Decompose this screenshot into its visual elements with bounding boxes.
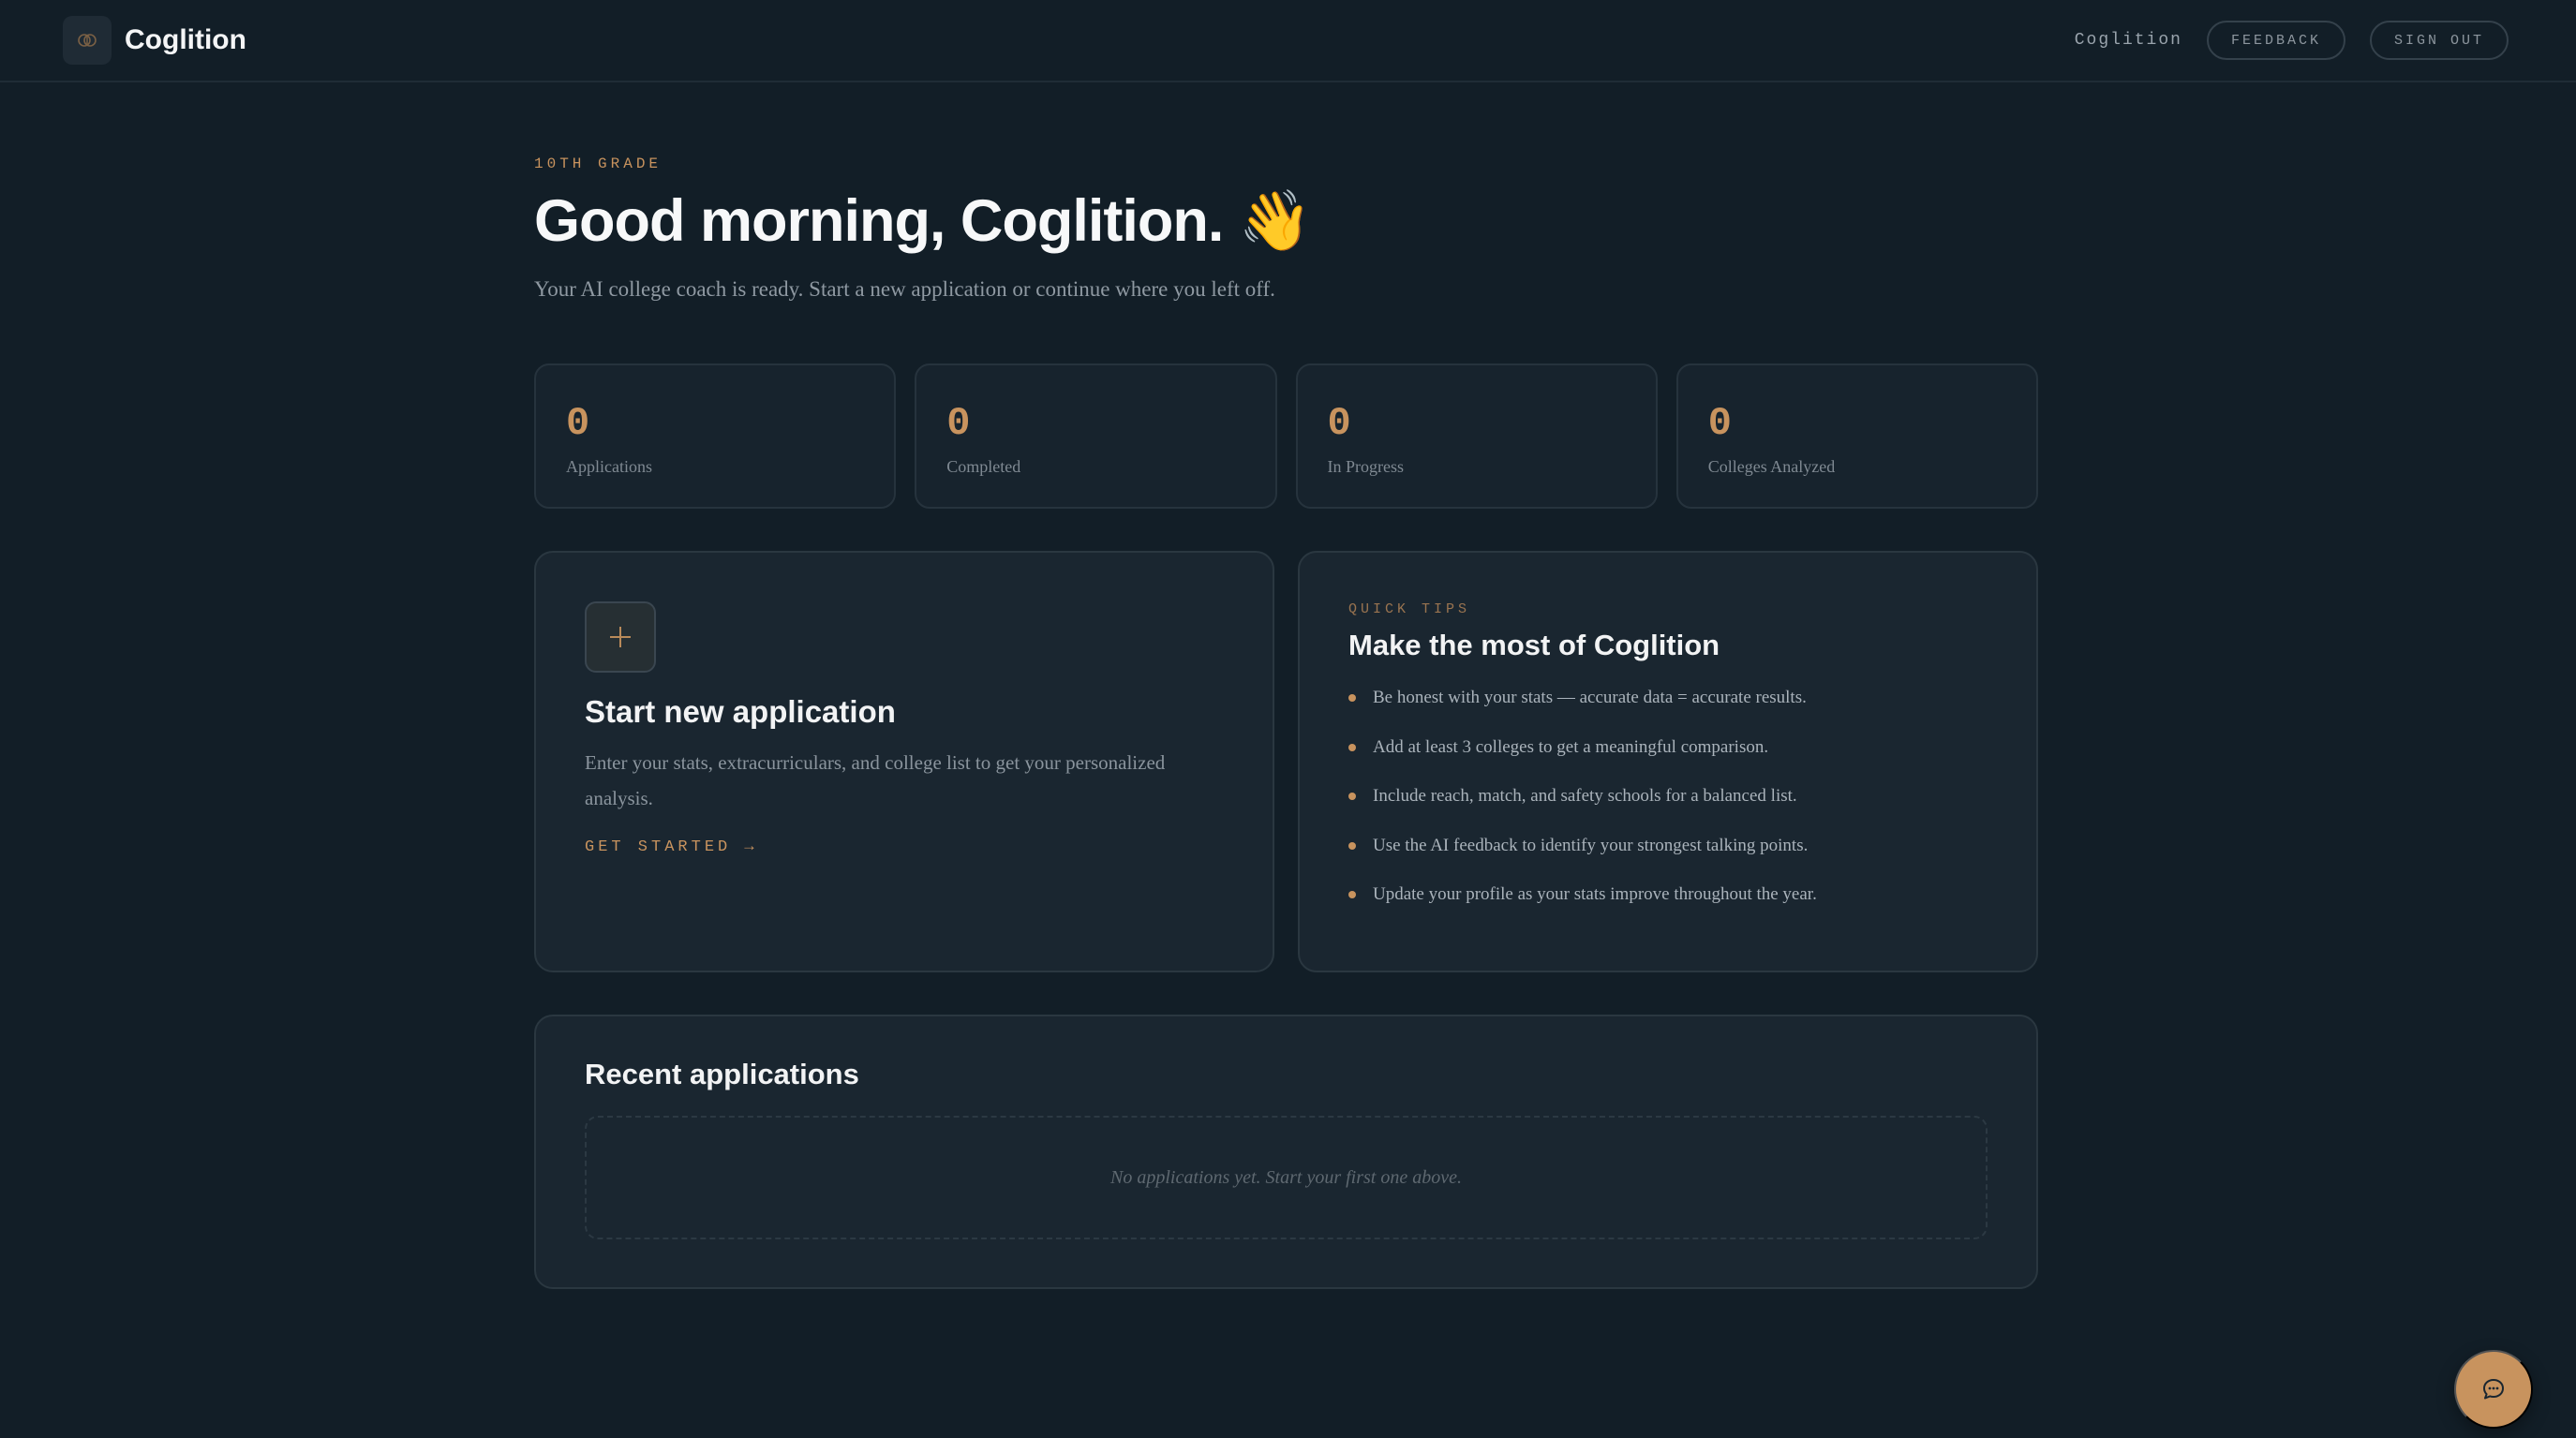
stat-label: Colleges Analyzed (1707, 457, 1836, 476)
quick-tips-title: Make the most of Coglition (1348, 629, 1720, 661)
page-subtitle: Your AI college coach is ready. Start a … (534, 277, 1275, 301)
stats-row: 0 Applications 0 Completed 0 In Progress… (534, 363, 2038, 509)
header-actions: Coglition FEEDBACK SIGN OUT (2075, 21, 2509, 60)
new-application-card[interactable]: Start new application Enter your stats, … (534, 551, 1274, 972)
brand[interactable]: Coglition (63, 16, 246, 65)
empty-state: No applications yet. Start your first on… (585, 1116, 1988, 1239)
recent-applications-card: Recent applications No applications yet.… (534, 1015, 2038, 1289)
tips-list: Be honest with your stats — accurate dat… (1348, 687, 1988, 933)
stat-label: Applications (566, 457, 652, 476)
new-application-description: Enter your stats, extracurriculars, and … (585, 751, 1166, 809)
top-navigation-bar: Coglition Coglition FEEDBACK SIGN OUT (0, 0, 2576, 82)
sign-out-button[interactable]: SIGN OUT (2369, 21, 2509, 60)
tip-item: Use the AI feedback to identify your str… (1348, 835, 1988, 884)
brand-name: Coglition (125, 24, 246, 55)
plus-icon[interactable] (585, 601, 656, 673)
chat-bubble-icon[interactable] (2454, 1350, 2533, 1429)
tip-item: Be honest with your stats — accurate dat… (1348, 687, 1988, 736)
empty-state-message: No applications yet. Start your first on… (1110, 1166, 1462, 1188)
brain-icon (63, 16, 112, 65)
page-title: Good morning, Coglition. 👋 (534, 188, 1312, 254)
stat-card-colleges-analyzed: 0 Colleges Analyzed (1675, 363, 2038, 509)
tip-item: Add at least 3 colleges to get a meaning… (1348, 736, 1988, 786)
stat-value: 0 (946, 401, 971, 446)
tip-item: Include reach, match, and safety schools… (1348, 785, 1988, 835)
new-application-title: Start new application (585, 694, 896, 729)
quick-tips-card: QUICK TIPS Make the most of Coglition Be… (1298, 551, 2038, 972)
stat-card-completed: 0 Completed (915, 363, 1277, 509)
user-name: Coglition (2074, 31, 2182, 50)
stat-value: 0 (1707, 401, 1732, 446)
stat-card-in-progress: 0 In Progress (1295, 363, 1658, 509)
quick-tips-eyebrow: QUICK TIPS (1348, 601, 1471, 617)
stat-value: 0 (1327, 401, 1351, 446)
stat-card-applications: 0 Applications (534, 363, 897, 509)
tip-item: Update your profile as your stats improv… (1348, 883, 1988, 933)
grade-label: 10TH GRADE (534, 156, 663, 172)
recent-applications-title: Recent applications (585, 1058, 859, 1090)
stat-label: Completed (946, 457, 1021, 476)
feedback-button[interactable]: FEEDBACK (2206, 21, 2345, 60)
stat-label: In Progress (1327, 457, 1405, 476)
get-started-link[interactable]: GET STARTED → (585, 838, 1224, 856)
stat-value: 0 (566, 401, 590, 446)
